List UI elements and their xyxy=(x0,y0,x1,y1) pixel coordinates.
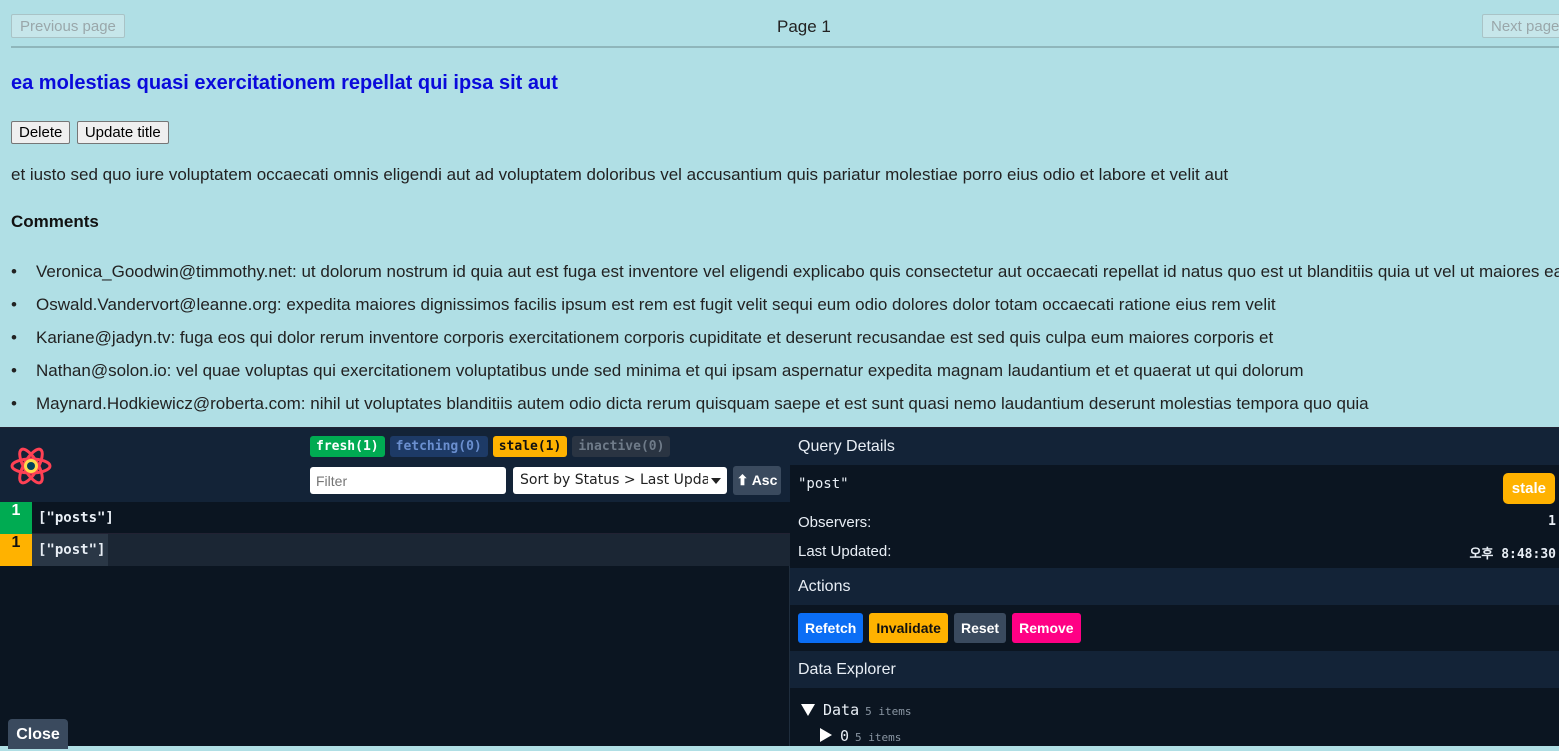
chevron-down-icon xyxy=(711,478,721,484)
query-key: ["post"] xyxy=(38,542,106,558)
last-updated-value: 오후 8:48:30 xyxy=(1469,547,1556,562)
stale-count-badge: stale(1) xyxy=(492,436,568,457)
comment-text: Kariane@jadyn.tv: fuga eos qui dolor rer… xyxy=(36,328,1274,347)
query-actions: Refetch Invalidate Reset Remove xyxy=(798,613,1081,643)
comment-item: • Maynard.Hodkiewicz@roberta.com: nihil u… xyxy=(11,392,1559,416)
explorer-node-label: 0 xyxy=(840,727,850,745)
sort-direction-button[interactable]: ⬆ Asc xyxy=(733,466,781,495)
comment-item: • Kariane@jadyn.tv: fuga eos qui dolor re… xyxy=(11,326,1559,350)
delete-button[interactable]: Delete xyxy=(11,121,71,144)
explorer-node-label: Data xyxy=(823,701,860,719)
query-row-post[interactable]: 1 ["post"] xyxy=(0,534,790,566)
filter-input[interactable] xyxy=(310,467,506,494)
status-pills: fresh(1) fetching(0) stale(1) inactive(0… xyxy=(310,436,671,457)
observers-value: 1 xyxy=(1548,514,1556,529)
actions-heading: Actions xyxy=(790,568,1559,605)
collapsed-triangle-icon xyxy=(820,728,832,742)
comment-item: • Nathan@solon.io: vel quae voluptas qui … xyxy=(11,359,1559,383)
explorer-node-0[interactable]: 0 5 items xyxy=(820,727,901,745)
explorer-node-meta: 5 items xyxy=(865,705,912,718)
comment-text: Oswald.Vandervort@leanne.org: expedita m… xyxy=(36,295,1276,314)
expanded-triangle-icon xyxy=(801,704,815,716)
inactive-count-badge: inactive(0) xyxy=(572,436,671,457)
invalidate-button[interactable]: Invalidate xyxy=(869,613,948,643)
observer-count-badge: 1 xyxy=(0,534,32,566)
selected-query-key: "post" xyxy=(798,476,849,492)
query-status-badge: stale xyxy=(1502,473,1555,504)
post-actions: Delete Update title xyxy=(11,121,171,144)
comment-item: • Veronica_Goodwin@timmothy.net: ut dolor… xyxy=(11,260,1559,284)
app-page: Previous page Page 1 Next page ea molest… xyxy=(0,0,1559,427)
update-title-button[interactable]: Update title xyxy=(76,121,169,144)
observers-label: Observers: xyxy=(798,514,872,531)
previous-page-button[interactable]: Previous page xyxy=(11,14,125,38)
reset-button[interactable]: Reset xyxy=(953,613,1007,643)
comments-heading: Comments xyxy=(11,212,99,231)
comment-item: • Oswald.Vandervort@leanne.org: expedita … xyxy=(11,293,1559,317)
comment-text: Veronica_Goodwin@timmothy.net: ut doloru… xyxy=(36,262,1559,281)
fetching-count-badge: fetching(0) xyxy=(389,436,488,457)
explorer-node-data[interactable]: Data 5 items xyxy=(801,701,911,719)
query-details-pane: Query Details "post" stale Observers: 1 … xyxy=(790,428,1559,746)
post-title: ea molestias quasi exercitationem repell… xyxy=(11,72,558,94)
comments-list: • Veronica_Goodwin@timmothy.net: ut dolor… xyxy=(11,260,1559,425)
comment-text: Nathan@solon.io: vel quae voluptas qui e… xyxy=(36,361,1304,380)
bullet-icon: • xyxy=(11,295,17,314)
bullet-icon: • xyxy=(11,394,17,413)
query-row-posts[interactable]: 1 ["posts"] xyxy=(0,502,790,534)
react-query-logo-icon[interactable] xyxy=(9,446,53,486)
fresh-count-badge: fresh(1) xyxy=(310,436,385,457)
last-updated-label: Last Updated: xyxy=(798,543,892,560)
bullet-icon: • xyxy=(11,361,17,380)
explorer-node-meta: 5 items xyxy=(855,731,902,744)
query-key: ["posts"] xyxy=(38,510,114,526)
bullet-icon: • xyxy=(11,262,17,281)
query-devtools-panel: fresh(1) fetching(0) stale(1) inactive(0… xyxy=(0,427,1559,749)
sort-select[interactable]: Sort by Status > Last Updated xyxy=(513,467,727,494)
bullet-icon: • xyxy=(11,328,17,347)
page-indicator: Page 1 xyxy=(777,17,831,36)
data-explorer-heading: Data Explorer xyxy=(790,651,1559,688)
post-body: et iusto sed quo iure voluptatem occaeca… xyxy=(11,165,1229,184)
sort-select-value: Sort by Status > Last Updated xyxy=(520,472,708,488)
devtools-header: fresh(1) fetching(0) stale(1) inactive(0… xyxy=(0,428,790,502)
remove-button[interactable]: Remove xyxy=(1012,613,1081,643)
pagination-bar: Previous page Page 1 Next page xyxy=(11,14,1559,48)
last-updated-row: Last Updated: 오후 8:48:30 xyxy=(798,543,1556,562)
next-page-button[interactable]: Next page xyxy=(1482,14,1559,38)
refetch-button[interactable]: Refetch xyxy=(798,613,864,643)
query-list-pane: fresh(1) fetching(0) stale(1) inactive(0… xyxy=(0,428,790,749)
query-details-heading: Query Details xyxy=(790,428,1559,465)
observers-row: Observers: 1 xyxy=(798,514,1556,531)
comment-text: Maynard.Hodkiewicz@roberta.com: nihil ut… xyxy=(36,394,1369,413)
observer-count-badge: 1 xyxy=(0,502,32,534)
